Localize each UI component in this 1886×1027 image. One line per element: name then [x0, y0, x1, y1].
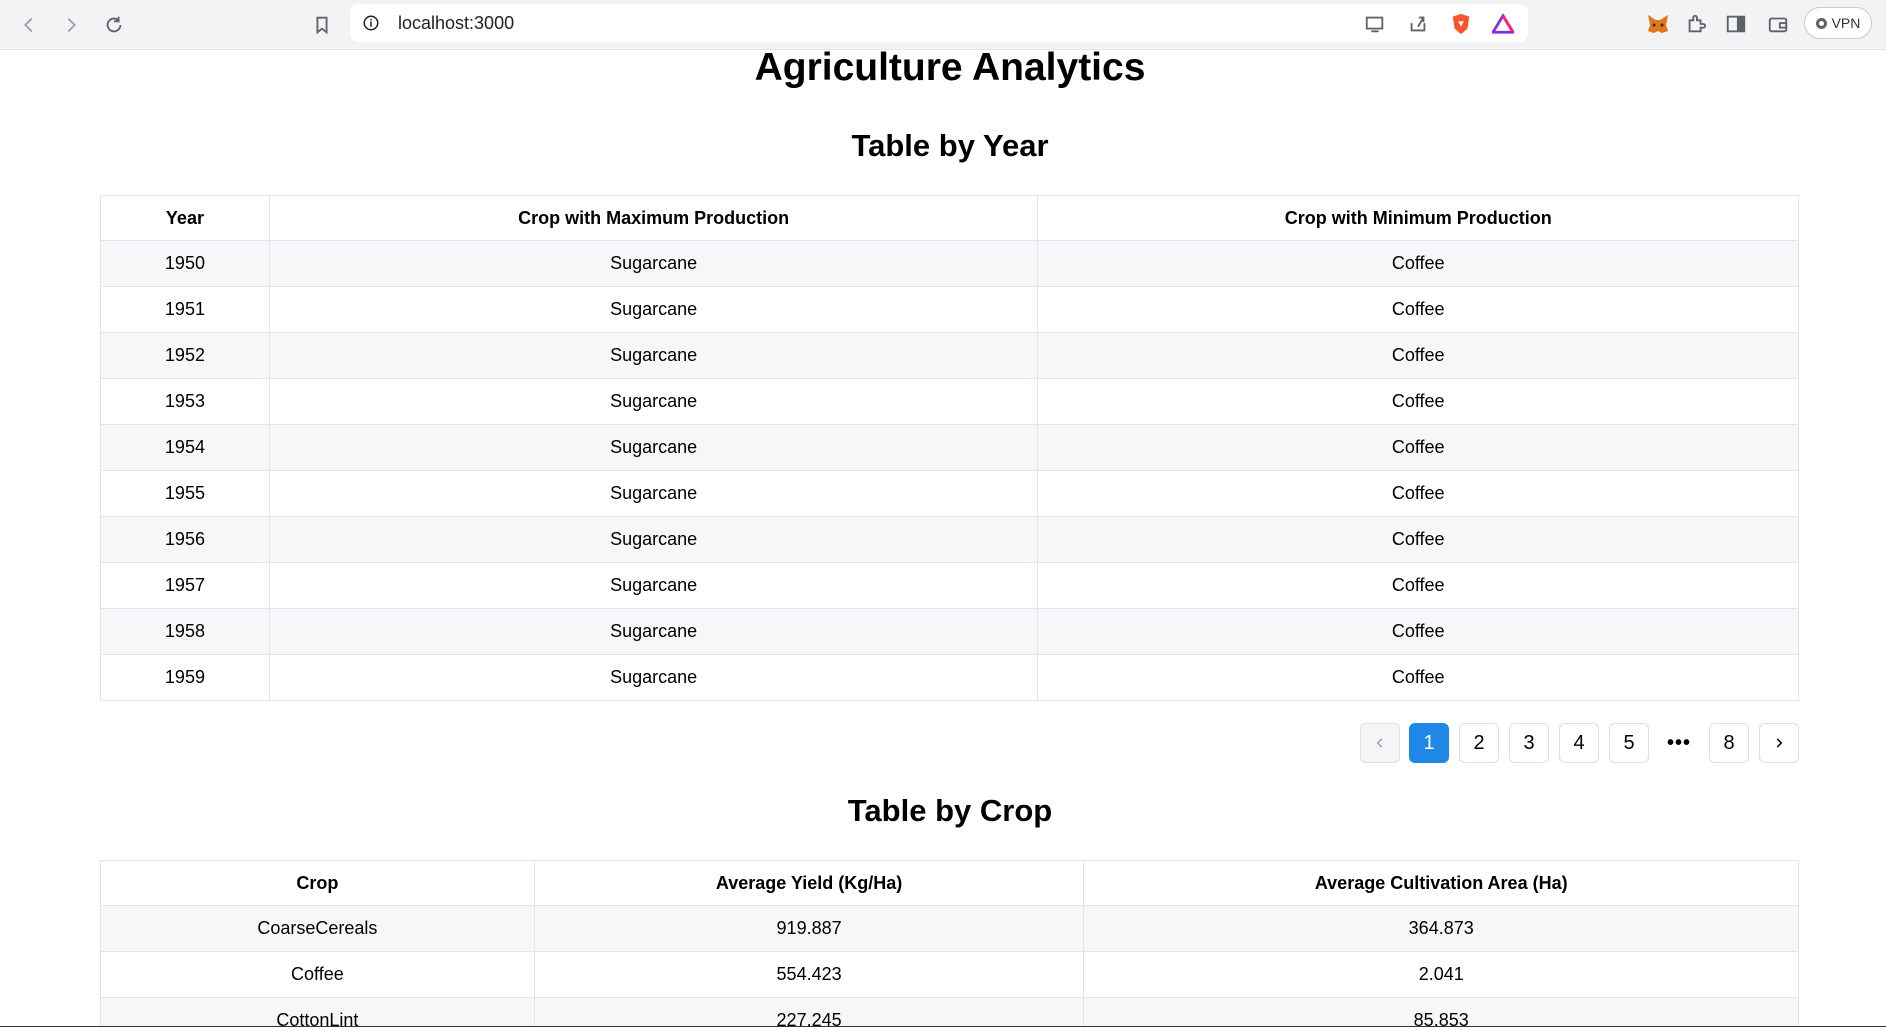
brave-shield-icon[interactable] — [1450, 13, 1472, 35]
browser-toolbar: localhost:3000 VPN — [0, 0, 1886, 50]
site-info-icon[interactable] — [362, 14, 380, 37]
cell-min-crop: Coffee — [1037, 332, 1799, 379]
back-icon[interactable] — [15, 11, 43, 39]
sidebar-icon[interactable] — [1723, 11, 1749, 37]
reload-icon[interactable] — [100, 11, 128, 39]
cell-year: 1951 — [100, 286, 270, 333]
cell-year: 1957 — [100, 562, 270, 609]
page-ellipsis[interactable]: ••• — [1659, 723, 1699, 763]
cell-max-crop: Sugarcane — [268, 470, 1039, 517]
cell-min-crop: Coffee — [1037, 286, 1799, 333]
metamask-icon[interactable] — [1645, 11, 1671, 37]
table-row: Coffee 554.423 2.041 — [100, 951, 1799, 998]
cell-avg-area: 2.041 — [1083, 951, 1799, 998]
cell-avg-yield: 554.423 — [533, 951, 1085, 998]
url-text[interactable]: localhost:3000 — [398, 13, 514, 34]
column-header-avg-yield[interactable]: Average Yield (Kg/Ha) — [533, 860, 1085, 906]
table-row: 1956 Sugarcane Coffee — [100, 516, 1799, 563]
cell-year: 1950 — [100, 240, 270, 287]
cell-max-crop: Sugarcane — [268, 424, 1039, 471]
cell-min-crop: Coffee — [1037, 654, 1799, 701]
table-row: 1950 Sugarcane Coffee — [100, 240, 1799, 287]
chevron-left-icon — [1376, 738, 1383, 748]
share-icon[interactable] — [1407, 13, 1429, 35]
cell-year: 1953 — [100, 378, 270, 425]
bookmark-icon[interactable] — [308, 11, 336, 39]
extensions-icon[interactable] — [1683, 11, 1709, 37]
cell-year: 1954 — [100, 424, 270, 471]
vpn-button[interactable]: VPN — [1804, 7, 1872, 39]
address-bar[interactable]: localhost:3000 — [350, 4, 1528, 42]
year-table-title: Table by Year — [851, 128, 1049, 163]
prev-page-button[interactable] — [1360, 723, 1400, 763]
table-row: 1951 Sugarcane Coffee — [100, 286, 1799, 333]
cell-crop: Coffee — [100, 951, 535, 998]
cell-year: 1959 — [100, 654, 270, 701]
crop-table: Crop Average Yield (Kg/Ha) Average Culti… — [100, 860, 1799, 1027]
cell-max-crop: Sugarcane — [268, 378, 1039, 425]
table-row: 1954 Sugarcane Coffee — [100, 424, 1799, 471]
cell-year: 1958 — [100, 608, 270, 655]
page-title: Agriculture Analytics — [754, 46, 1146, 89]
table-row: 1953 Sugarcane Coffee — [100, 378, 1799, 425]
column-header-min-crop[interactable]: Crop with Minimum Production — [1037, 195, 1799, 241]
table-row: 1959 Sugarcane Coffee — [100, 654, 1799, 701]
cell-year: 1952 — [100, 332, 270, 379]
cell-max-crop: Sugarcane — [268, 286, 1039, 333]
pagination: 1 2 3 4 5 ••• 8 — [1360, 723, 1800, 763]
cell-avg-yield: 919.887 — [533, 905, 1085, 952]
cell-avg-yield: 227.245 — [533, 997, 1085, 1027]
cell-year: 1956 — [100, 516, 270, 563]
next-page-button[interactable] — [1759, 723, 1799, 763]
cell-avg-area: 85.853 — [1083, 997, 1799, 1027]
vpn-label: VPN — [1831, 15, 1861, 31]
page-button-5[interactable]: 5 — [1609, 723, 1649, 763]
cell-max-crop: Sugarcane — [268, 608, 1039, 655]
cell-min-crop: Coffee — [1037, 608, 1799, 655]
wallet-icon[interactable] — [1765, 11, 1791, 37]
cast-icon[interactable] — [1364, 13, 1386, 35]
cell-crop: CottonLint — [100, 997, 535, 1027]
cell-max-crop: Sugarcane — [268, 654, 1039, 701]
column-header-max-crop[interactable]: Crop with Maximum Production — [268, 195, 1039, 241]
table-header-row: Year Crop with Maximum Production Crop w… — [100, 195, 1799, 241]
table-row: 1958 Sugarcane Coffee — [100, 608, 1799, 655]
cell-year: 1955 — [100, 470, 270, 517]
table-row: 1955 Sugarcane Coffee — [100, 470, 1799, 517]
cell-min-crop: Coffee — [1037, 470, 1799, 517]
cell-max-crop: Sugarcane — [268, 516, 1039, 563]
column-header-avg-area[interactable]: Average Cultivation Area (Ha) — [1083, 860, 1799, 906]
page-button-2[interactable]: 2 — [1459, 723, 1499, 763]
cell-min-crop: Coffee — [1037, 562, 1799, 609]
forward-icon[interactable] — [57, 11, 85, 39]
cell-min-crop: Coffee — [1037, 378, 1799, 425]
page-button-3[interactable]: 3 — [1509, 723, 1549, 763]
cell-max-crop: Sugarcane — [268, 562, 1039, 609]
cell-min-crop: Coffee — [1037, 240, 1799, 287]
column-header-crop[interactable]: Crop — [100, 860, 535, 906]
column-header-year[interactable]: Year — [100, 195, 270, 241]
page-button-4[interactable]: 4 — [1559, 723, 1599, 763]
page-button-1[interactable]: 1 — [1409, 723, 1449, 763]
table-row: 1952 Sugarcane Coffee — [100, 332, 1799, 379]
table-row: CottonLint 227.245 85.853 — [100, 997, 1799, 1027]
cell-crop: CoarseCereals — [100, 905, 535, 952]
chevron-right-icon — [1776, 738, 1783, 748]
crop-table-title: Table by Crop — [847, 793, 1053, 828]
brave-rewards-icon[interactable] — [1492, 13, 1514, 35]
cell-min-crop: Coffee — [1037, 516, 1799, 563]
page-button-8[interactable]: 8 — [1709, 723, 1749, 763]
cell-max-crop: Sugarcane — [268, 240, 1039, 287]
cell-avg-area: 364.873 — [1083, 905, 1799, 952]
table-header-row: Crop Average Yield (Kg/Ha) Average Culti… — [100, 860, 1799, 906]
table-row: CoarseCereals 919.887 364.873 — [100, 905, 1799, 952]
cell-min-crop: Coffee — [1037, 424, 1799, 471]
year-table: Year Crop with Maximum Production Crop w… — [100, 195, 1799, 701]
vpn-status-icon — [1815, 17, 1827, 29]
table-row: 1957 Sugarcane Coffee — [100, 562, 1799, 609]
cell-max-crop: Sugarcane — [268, 332, 1039, 379]
